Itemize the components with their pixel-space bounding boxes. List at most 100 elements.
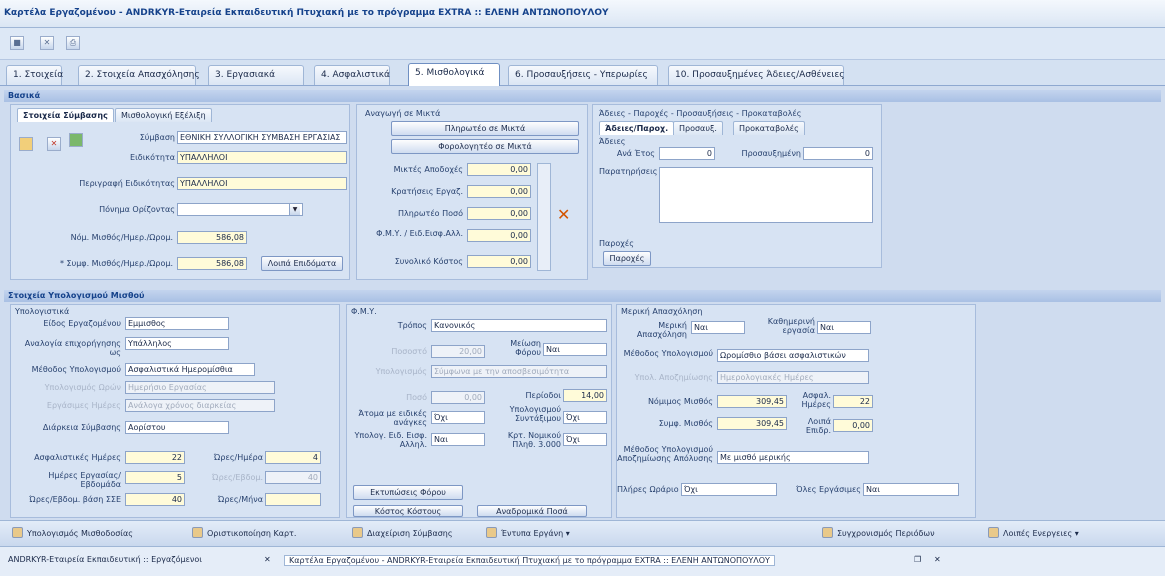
label-partial: Μερική Απασχόληση <box>636 321 687 339</box>
label-hours-week: Ώρες/Εβδομ. βάση ΣΣΕ <box>29 495 121 504</box>
allowances-button[interactable]: Λοιπά Επιδόματα <box>261 256 343 271</box>
payroll-calc-button[interactable]: Υπολογισμός Μισθοδοσίας <box>12 527 133 538</box>
tax-amount-field[interactable]: 0,00 <box>431 391 485 404</box>
benefits-button[interactable]: Παροχές <box>603 251 651 266</box>
ergani-forms-button[interactable]: Έντυπα Εργάνη ▾ <box>486 527 570 538</box>
solidarity-select[interactable]: Ναι <box>431 433 485 446</box>
min-salary-field[interactable]: 586,08 <box>177 231 247 244</box>
tax-print-button[interactable]: Εκτυπώσεις Φόρου <box>353 485 463 500</box>
days-week-field[interactable]: 5 <box>125 471 185 484</box>
partial-insdays-field[interactable]: 22 <box>833 395 873 408</box>
subtab-increase[interactable]: Προσαυξ. <box>673 121 723 135</box>
tab-leave[interactable]: 10. Προσαυξημένες Άδειες/Ασθένειες <box>668 65 845 85</box>
subtab-leaves[interactable]: Άδειες/Παροχ. <box>599 121 675 135</box>
actions-icon <box>988 527 999 538</box>
tab-work[interactable]: 3. Εργασιακά <box>208 65 304 85</box>
tax-pct-field[interactable]: 20,00 <box>431 345 485 358</box>
subtab-contract[interactable]: Στοιχεία Σύμβασης <box>17 108 114 122</box>
employee-type-select[interactable]: Εμμισθος <box>125 317 229 330</box>
sync-periods-button[interactable]: Συγχρονισμός Περιόδων <box>822 527 935 538</box>
specialty-desc-field[interactable]: ΥΠΑΛΛΗΛΟΙ <box>177 177 347 190</box>
partial-agreed-field[interactable]: 309,45 <box>717 417 787 430</box>
tax-method-select[interactable]: Κανονικός <box>431 319 607 332</box>
finalize-button[interactable]: Οριστικοποίηση Καρτ. <box>192 527 296 538</box>
calc-method-select[interactable]: Ασφαλιστικά Ημερομίσθια <box>125 363 255 376</box>
label-periods: Περίοδοι <box>525 391 561 400</box>
subtab-advances[interactable]: Προκαταβολές <box>733 121 805 135</box>
legal-salary-field[interactable]: 309,45 <box>717 395 787 408</box>
tax-panel: Φ.Μ.Υ. Τρόπος Κανονικός Ποσοστό 20,00 Με… <box>346 304 612 518</box>
agreed-salary-field[interactable]: 586,08 <box>177 257 247 270</box>
subsidy-select[interactable]: Υπάλληλος <box>125 337 229 350</box>
doc-tab-employee-card[interactable]: Καρτέλα Εργαζομένου - ANDRKYR-Εταιρεία Ε… <box>284 555 775 566</box>
tax-reduction-select[interactable]: Ναι <box>543 343 607 356</box>
tab-employment[interactable]: 2. Στοιχεία Απασχόλησης <box>78 65 200 85</box>
leaves-title: Άδειες - Παροχές - Προσαυξήσεις - Προκατ… <box>599 109 802 118</box>
label-weekly-hours: Ώρες/Εβδομ. <box>212 473 263 482</box>
hours-week-field[interactable]: 40 <box>125 493 185 506</box>
weekly-hours-field[interactable]: 40 <box>265 471 321 484</box>
hours-calc-select[interactable]: Ημερήσιο Εργασίας <box>125 381 275 394</box>
retroactive-button[interactable]: Αναδρομικά Ποσά <box>477 505 587 517</box>
partial-method-select[interactable]: Ωρομίσθιο βάσει ασφαλιστικών <box>717 349 869 362</box>
doc-tab-employees[interactable]: ANDRKYR-Εταιρεία Εκπαιδευτική :: Εργαζόμ… <box>8 555 202 564</box>
severance-select[interactable]: Με μισθό μερικής <box>717 451 869 464</box>
label-tax-method: Τρόπος <box>397 321 427 330</box>
hours-day-field[interactable]: 4 <box>265 451 321 464</box>
other-actions-button[interactable]: Λοιπές Ενεργειες ▾ <box>988 527 1079 538</box>
periods-field[interactable]: 14,00 <box>563 389 607 402</box>
close-icon[interactable]: ✕ <box>264 555 271 564</box>
label-calc-method: Μέθοδος Υπολογισμού <box>31 365 121 374</box>
save-icon[interactable]: ■ <box>10 36 24 50</box>
all-workdays-select[interactable]: Ναι <box>863 483 959 496</box>
gross-earnings-field[interactable]: 0,00 <box>467 163 531 176</box>
full-time-select[interactable]: Όχι <box>681 483 777 496</box>
close-icon[interactable]: ✕ <box>934 555 941 564</box>
insurance-days-field[interactable]: 22 <box>125 451 185 464</box>
payable-to-gross-button[interactable]: Πληρωτέο σε Μικτά <box>391 121 579 136</box>
folder-icon[interactable] <box>19 137 33 151</box>
deductions-field[interactable]: 0,00 <box>467 185 531 198</box>
pension-select[interactable]: Όχι <box>563 411 607 424</box>
cost-button[interactable]: Κόστος Κόστους <box>353 505 463 517</box>
scroll-handle[interactable] <box>537 163 551 271</box>
contract-mgmt-button[interactable]: Διαχείριση Σύμβασης <box>352 527 453 538</box>
tax-calc-select[interactable]: Σύμφωνα με την αποσβεσιμότητα <box>431 365 607 378</box>
contract-field[interactable]: ΕΘΝΙΚΗ ΣΥΛΛΟΓΙΚΗ ΣΥΜΒΑΣΗ ΕΡΓΑΣΙΑΣ <box>177 131 347 144</box>
toolbar: ■ ✕ ⎙ <box>0 28 1165 60</box>
label-legal-salary: Νόμιμος Μισθός <box>647 397 713 406</box>
partial-select[interactable]: Ναι <box>691 321 745 334</box>
payable-field[interactable]: 0,00 <box>467 207 531 220</box>
label-contract-duration: Διάρκεια Σύμβασης <box>42 423 121 432</box>
tab-overtime[interactable]: 6. Προσαυξήσεις - Υπερωρίες <box>508 65 658 85</box>
total-cost-field[interactable]: 0,00 <box>467 255 531 268</box>
close-icon[interactable]: ✕ <box>40 36 54 50</box>
print-icon[interactable]: ⎙ <box>66 36 80 50</box>
horizon-select[interactable] <box>177 203 303 216</box>
special-needs-select[interactable]: Όχι <box>431 411 485 424</box>
clear-icon[interactable]: ✕ <box>557 205 570 224</box>
work-days-select[interactable]: Ανάλογα χρόνος διαρκείας <box>125 399 275 412</box>
subtab-progression[interactable]: Μισθολογική Εξέλιξη <box>115 108 212 122</box>
delete-icon[interactable]: ✕ <box>47 137 61 151</box>
notes-field[interactable] <box>659 167 873 223</box>
tab-details[interactable]: 1. Στοιχεία <box>6 65 63 85</box>
extra-leave-field[interactable]: 0 <box>803 147 873 160</box>
chevron-down-icon[interactable]: ▼ <box>289 204 300 215</box>
label-employee-type: Είδος Εργαζομένου <box>43 319 121 328</box>
comp-calc-select[interactable]: Ημερολογιακές Ημέρες <box>717 371 869 384</box>
specialty-field[interactable]: ΥΠΑΛΛΗΛΟΙ <box>177 151 347 164</box>
contract-duration-select[interactable]: Αορίστου <box>125 421 229 434</box>
hours-month-field[interactable] <box>265 493 321 506</box>
tab-payroll[interactable]: 5. Μισθολογικά <box>408 63 500 86</box>
label-benefits: Παροχές <box>599 239 634 248</box>
legal-entity-select[interactable]: Όχι <box>563 433 607 446</box>
tab-insurance[interactable]: 4. Ασφαλιστικά <box>314 65 390 85</box>
other-allowances-field[interactable]: 0,00 <box>833 419 873 432</box>
restore-icon[interactable]: ❐ <box>914 555 921 564</box>
tax-field[interactable]: 0,00 <box>467 229 531 242</box>
leaves-panel: Άδειες - Παροχές - Προσαυξήσεις - Προκατ… <box>592 104 882 268</box>
annual-leave-field[interactable]: 0 <box>659 147 715 160</box>
daily-work-select[interactable]: Ναι <box>817 321 871 334</box>
taxable-to-gross-button[interactable]: Φορολογητέο σε Μικτά <box>391 139 579 154</box>
